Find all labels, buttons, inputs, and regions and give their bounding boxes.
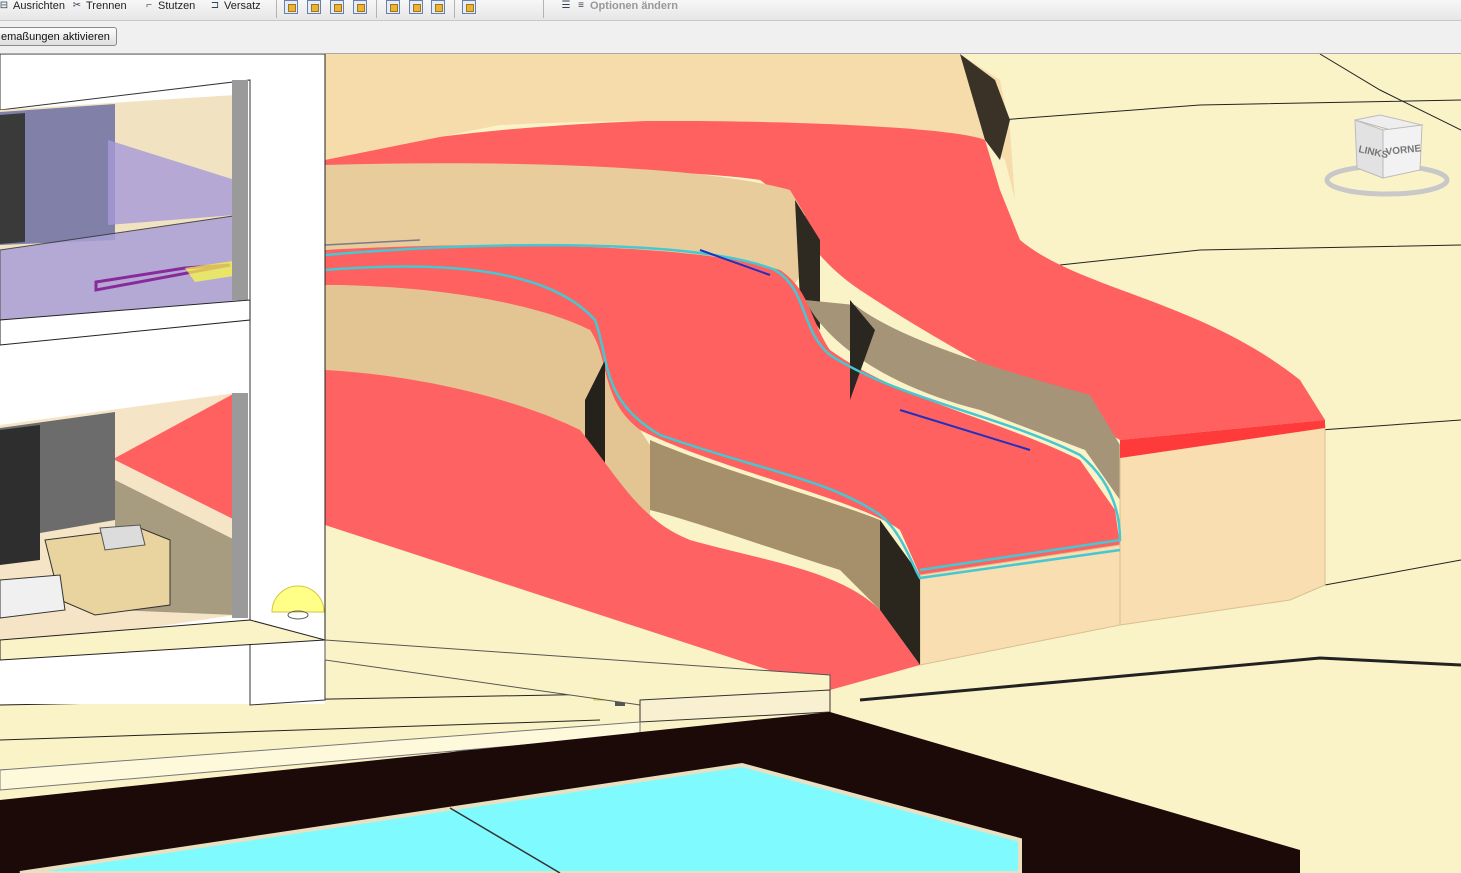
modify-tool-5[interactable] [386, 0, 400, 14]
modify-tool-1[interactable] [284, 0, 298, 14]
optionen-button[interactable]: ☰ ≡ Optionen ändern [560, 0, 678, 14]
options-list-icon: ≡ [578, 0, 584, 11]
modify-tool-8[interactable] [462, 0, 476, 14]
activate-dimensions-button[interactable]: emaßungen aktivieren [0, 27, 117, 46]
lower-window-frame [0, 425, 40, 565]
trim-icon: ⌐ [146, 0, 152, 11]
optionen-label: Optionen ändern [590, 0, 678, 12]
versatz-label: Versatz [224, 0, 261, 12]
viewport-3d[interactable]: LINKS VORNE [0, 54, 1461, 873]
upper-column [232, 80, 248, 300]
modify-tool-6[interactable] [409, 0, 423, 14]
modify-tool-7[interactable] [431, 0, 445, 14]
toolbar-separator [454, 0, 455, 18]
versatz-button[interactable]: ⊐ Versatz [209, 0, 261, 14]
modify-tool-4[interactable] [353, 0, 367, 14]
toolbar-separator [276, 0, 277, 18]
trennen-button[interactable]: ✂ Trennen [71, 0, 127, 14]
upper-window-frame [0, 113, 25, 244]
offset-icon: ⊐ [210, 0, 220, 11]
modify-tool-3[interactable] [330, 0, 344, 14]
ausrichten-button[interactable]: ⊟ Ausrichten [0, 0, 65, 14]
toolbar-separator [376, 0, 377, 18]
modify-tool-2[interactable] [307, 0, 321, 14]
options-icon: ☰ [561, 0, 571, 11]
align-icon: ⊟ [0, 0, 9, 11]
options-bar: emaßungen aktivieren [0, 21, 1461, 54]
terrace-block-right [1119, 424, 1326, 626]
stutzen-label: Stutzen [158, 0, 196, 12]
sofa [0, 574, 66, 619]
stutzen-button[interactable]: ⌐ Stutzen [143, 0, 195, 14]
trennen-label: Trennen [86, 0, 127, 12]
toolbar-separator [543, 0, 544, 18]
armchair-cushion [99, 524, 146, 551]
model-view-canvas[interactable]: LINKS VORNE [0, 54, 1461, 873]
ausrichten-label: Ausrichten [13, 0, 65, 12]
lower-column [232, 393, 248, 618]
split-icon: ✂ [72, 0, 82, 11]
ribbon-toolbar: ⊟ Ausrichten ✂ Trennen ⌐ Stutzen ⊐ Versa… [0, 0, 1461, 21]
